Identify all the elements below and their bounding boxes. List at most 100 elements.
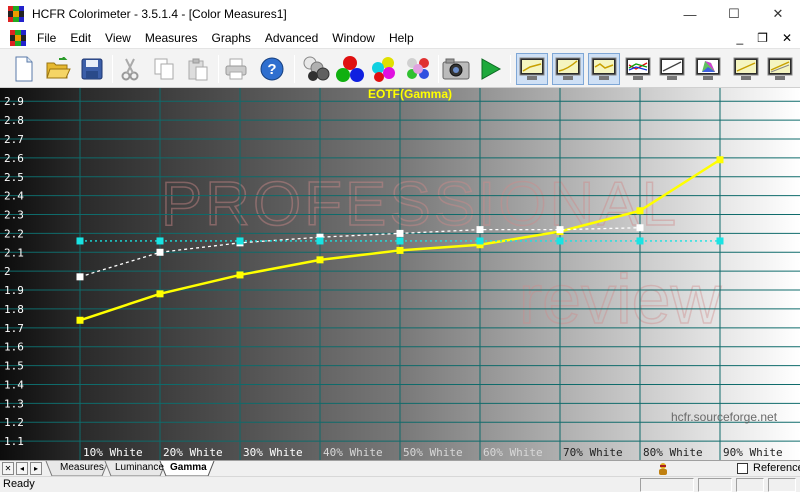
status-pane [640, 478, 694, 492]
credit-text: hcfr.sourceforge.net [671, 410, 778, 424]
series-point [396, 246, 404, 254]
tab-scroll-left-button[interactable]: ◂ [16, 462, 28, 475]
status-pane [698, 478, 732, 492]
maximize-button[interactable]: ☐ [712, 0, 756, 28]
x-tick-label: 90% White [723, 446, 783, 459]
x-tick-label: 20% White [163, 446, 223, 459]
series-point [556, 237, 564, 245]
mdi-minimize-button[interactable]: _ [736, 31, 743, 45]
reference-label: Reference [753, 462, 800, 474]
chart-title: EOTF(Gamma) [368, 88, 452, 101]
x-tick-label: 60% White [483, 446, 543, 459]
status-pane [736, 478, 764, 492]
open-icon[interactable] [42, 53, 74, 85]
gamma-graph[interactable]: PROFESSIONAL review 1.1 1.2 1.3 1.4 1.5 1.6 1.7… [0, 88, 800, 460]
tab-bar: ✕ ◂ ▸ Measures Luminance Gamma Reference [0, 460, 800, 477]
measure-gray-icon[interactable] [300, 53, 332, 85]
series-point [556, 226, 564, 234]
series-point [636, 224, 644, 232]
graph-view-2-icon[interactable] [552, 53, 584, 85]
series-point [716, 237, 724, 245]
paste-icon[interactable] [182, 53, 214, 85]
save-icon[interactable] [76, 53, 108, 85]
measure-saturation-icon[interactable] [402, 53, 434, 85]
series-point [476, 226, 484, 234]
new-icon[interactable] [8, 53, 40, 85]
graph-view-7-icon[interactable] [730, 53, 762, 85]
minimize-button[interactable]: — [668, 0, 712, 28]
status-pane [768, 478, 796, 492]
y-tick-label: 2 [4, 265, 11, 278]
document-logo-icon[interactable] [10, 30, 26, 46]
y-tick-label: 1.4 [4, 378, 24, 391]
series-point [396, 229, 404, 237]
y-tick-label: 2.8 [4, 114, 24, 127]
series-point [76, 273, 84, 281]
y-tick-label: 2.6 [4, 152, 24, 165]
series-point [156, 237, 164, 245]
mdi-restore-button[interactable]: ❐ [757, 31, 768, 45]
measure-secondaries-icon[interactable] [368, 53, 400, 85]
y-tick-label: 2.3 [4, 209, 24, 222]
y-tick-label: 1.8 [4, 303, 24, 316]
menu-measures[interactable]: Measures [138, 31, 205, 45]
rgb-levels-icon[interactable] [622, 53, 654, 85]
cie-chart-icon[interactable] [692, 53, 724, 85]
y-tick-label: 2.1 [4, 246, 24, 259]
play-icon[interactable] [474, 53, 506, 85]
watermark-text: review [519, 260, 722, 338]
y-tick-label: 1.7 [4, 322, 24, 335]
x-tick-label: 10% White [83, 446, 143, 459]
y-tick-label: 1.2 [4, 416, 24, 429]
x-tick-label: 80% White [643, 446, 703, 459]
print-icon[interactable] [220, 53, 252, 85]
series-point [396, 237, 404, 245]
menu-advanced[interactable]: Advanced [258, 31, 325, 45]
menu-edit[interactable]: Edit [63, 31, 98, 45]
series-point [316, 237, 324, 245]
y-tick-label: 2.9 [4, 95, 24, 108]
title-bar: HCFR Colorimeter - 3.5.1.4 - [Color Meas… [0, 0, 800, 28]
series-point [476, 237, 484, 245]
cut-icon[interactable] [114, 53, 146, 85]
graph-view-5-icon[interactable] [656, 53, 688, 85]
series-point [76, 316, 84, 324]
app-logo-icon [8, 6, 24, 22]
y-tick-label: 2.7 [4, 133, 24, 146]
menu-help[interactable]: Help [382, 31, 421, 45]
tab-scroll-right-button[interactable]: ▸ [30, 462, 42, 475]
menu-view[interactable]: View [98, 31, 138, 45]
series-point [236, 271, 244, 279]
camera-icon[interactable] [440, 53, 472, 85]
series-point [156, 290, 164, 298]
y-tick-label: 2.2 [4, 227, 24, 240]
copy-icon[interactable] [148, 53, 180, 85]
watermark-text: PROFESSIONAL [161, 170, 679, 239]
window-title: HCFR Colorimeter - 3.5.1.4 - [Color Meas… [32, 7, 287, 21]
gamma-chart: PROFESSIONAL review 1.1 1.2 1.3 1.4 1.5 1.6 1.7… [0, 88, 800, 460]
series-point [636, 207, 644, 215]
y-tick-label: 1.6 [4, 341, 24, 354]
mdi-close-button[interactable]: ✕ [782, 31, 792, 45]
close-button[interactable]: ✕ [756, 0, 800, 28]
graph-view-8-icon[interactable] [764, 53, 796, 85]
help-icon[interactable]: ? [256, 53, 288, 85]
menu-file[interactable]: File [30, 31, 63, 45]
x-tick-label: 70% White [563, 446, 623, 459]
graph-view-3-icon[interactable] [588, 53, 620, 85]
status-bar: Ready [0, 476, 800, 492]
tab-close-button[interactable]: ✕ [2, 462, 14, 475]
menu-bar: File Edit View Measures Graphs Advanced … [0, 28, 800, 48]
x-tick-label: 40% White [323, 446, 383, 459]
graph-view-1-icon[interactable] [516, 53, 548, 85]
reference-checkbox[interactable] [737, 463, 748, 474]
y-tick-label: 2.4 [4, 190, 24, 203]
series-point [76, 237, 84, 245]
status-text: Ready [3, 478, 35, 490]
measure-primaries-icon[interactable] [334, 53, 366, 85]
menu-window[interactable]: Window [325, 31, 382, 45]
series-point [316, 256, 324, 264]
y-tick-label: 1.5 [4, 360, 24, 373]
tab-gamma[interactable]: Gamma [158, 461, 215, 476]
menu-graphs[interactable]: Graphs [205, 31, 258, 45]
